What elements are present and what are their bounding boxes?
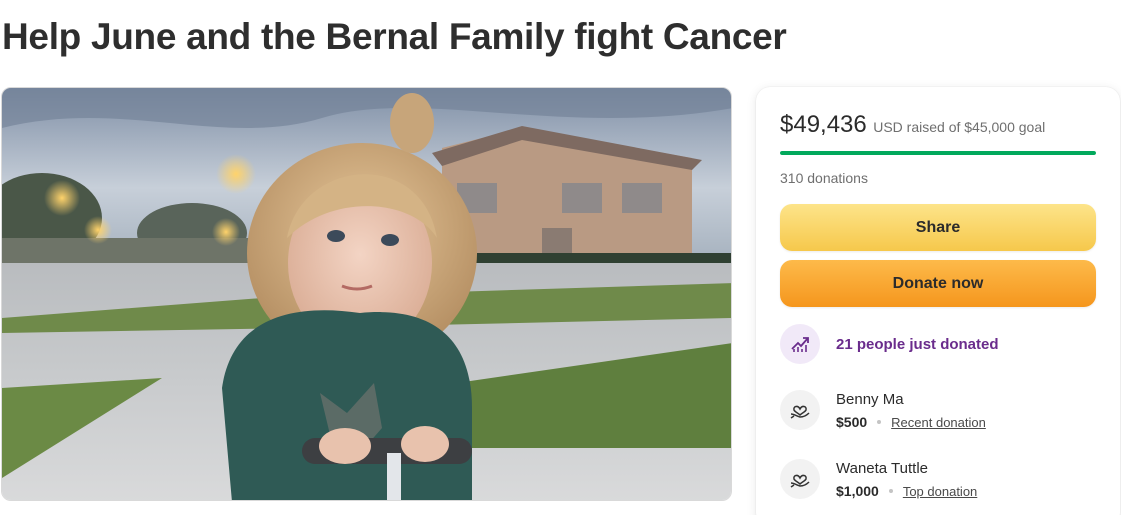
trending-up-icon [780, 324, 820, 364]
page-title: Help June and the Bernal Family fight Ca… [2, 16, 787, 57]
donation-amount: $500 [836, 414, 868, 430]
hero-image [1, 87, 732, 501]
recent-donation-link[interactable]: Recent donation [891, 415, 986, 430]
donation-heart-icon [780, 390, 820, 430]
donation-amount: $1,000 [836, 483, 879, 499]
top-donation-link[interactable]: Top donation [903, 484, 977, 499]
donor-name: Benny Ma [836, 391, 904, 408]
donation-item: Benny Ma $500 Recent donation [780, 390, 986, 430]
share-button[interactable]: Share [780, 204, 1096, 251]
donate-now-button[interactable]: Donate now [780, 260, 1096, 307]
donation-card: $49,436 USD raised of $45,000 goal 310 d… [756, 87, 1120, 515]
donations-count: 310 donations [780, 170, 868, 186]
donation-item: Waneta Tuttle $1,000 Top donation [780, 459, 977, 499]
trending-donations: 21 people just donated [780, 324, 999, 364]
progress-bar [780, 151, 1096, 155]
donor-name: Waneta Tuttle [836, 460, 928, 477]
donation-heart-icon [780, 459, 820, 499]
goal-text: USD raised of $45,000 goal [873, 119, 1046, 135]
progress-fill [780, 151, 1096, 155]
amount-raised: $49,436 USD raised of $45,000 goal [780, 111, 1045, 139]
separator-dot [888, 489, 893, 493]
trending-text: 21 people just donated [836, 335, 999, 353]
amount-raised-value: $49,436 [780, 111, 867, 138]
separator-dot [877, 420, 882, 424]
